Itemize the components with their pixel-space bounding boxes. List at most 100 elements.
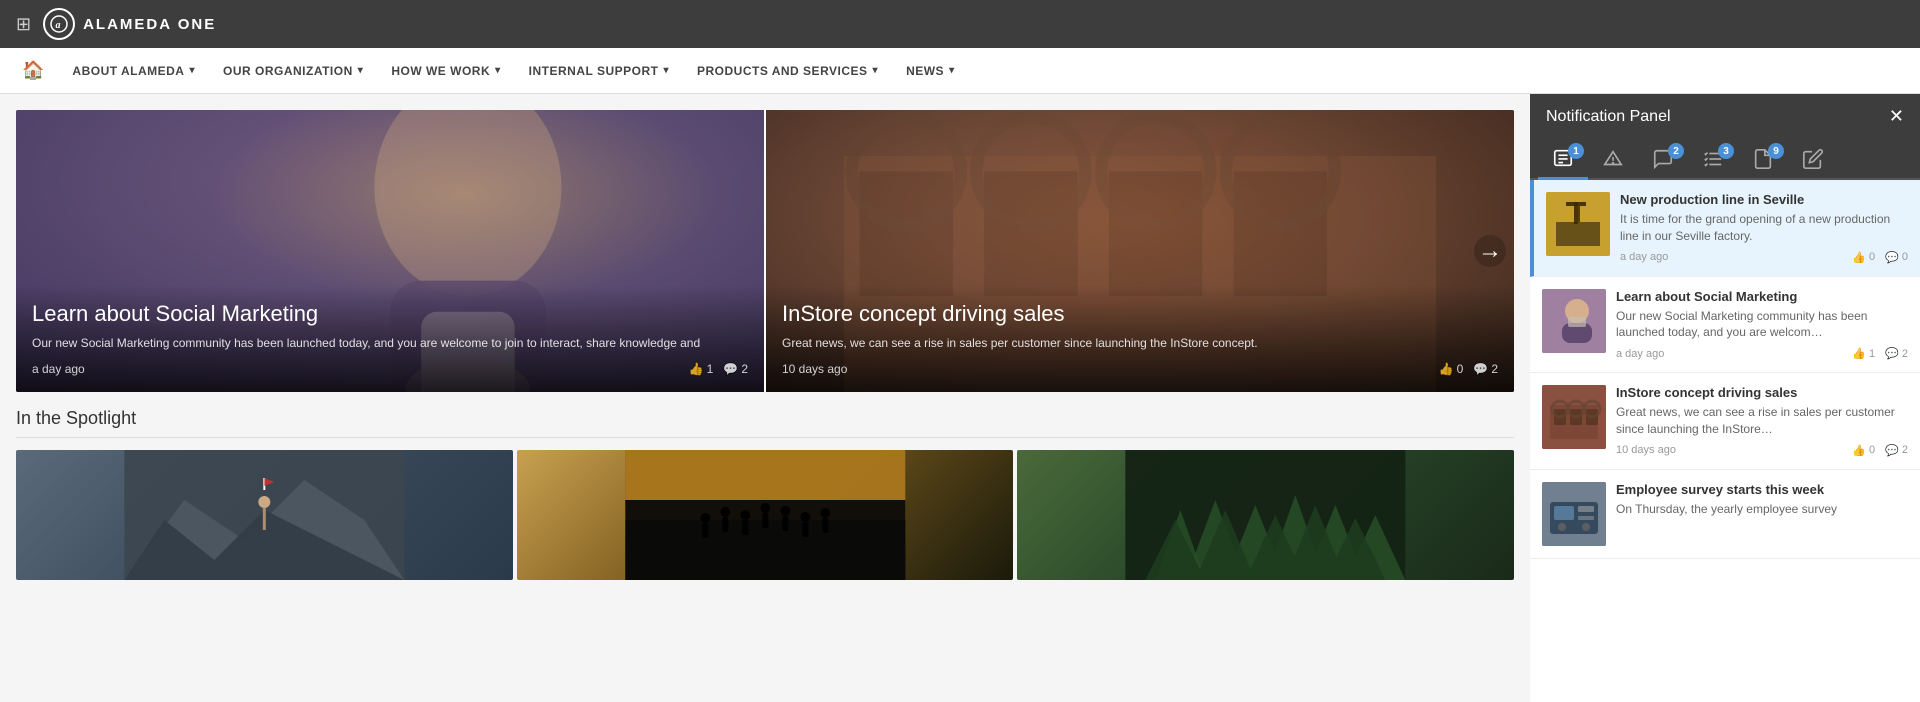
notif-content-3: InStore concept driving sales Great news… (1616, 385, 1908, 457)
hero-time-1: a day ago (32, 362, 689, 376)
tab-edit[interactable] (1788, 139, 1838, 178)
notif-time-3: 10 days ago (1616, 444, 1676, 456)
thumbs-up-icon: 👍 (1852, 444, 1866, 457)
nav-item-internal-support[interactable]: INTERNAL SUPPORT ▾ (515, 48, 683, 93)
notif-meta-3: 10 days ago 👍 0 💬 2 (1616, 444, 1908, 457)
hero-meta-1: a day ago 👍 1 💬 2 (32, 362, 748, 376)
notif-desc-3: Great news, we can see a rise in sales p… (1616, 404, 1908, 438)
thumbs-up-icon: 👍 (689, 362, 704, 376)
notif-likes-1: 👍 0 (1852, 251, 1875, 264)
notif-desc-4: On Thursday, the yearly employee survey (1616, 501, 1908, 518)
comment-icon: 💬 (1885, 347, 1899, 360)
comment-icon: 💬 (1473, 362, 1488, 376)
hero-overlay-1: Learn about Social Marketing Our new Soc… (16, 285, 764, 392)
comment-icon: 💬 (1885, 251, 1899, 264)
hero-time-2: 10 days ago (782, 362, 1439, 376)
nav-item-products[interactable]: PRODUCTS AND SERVICES ▾ (683, 48, 892, 93)
panel-tabs: 1 2 (1530, 139, 1920, 180)
notif-comments-3: 💬 2 (1885, 444, 1908, 457)
logo: a ALAMEDA ONE (43, 8, 216, 40)
hero-meta-2: 10 days ago 👍 0 💬 2 (782, 362, 1498, 376)
chevron-down-icon: ▾ (663, 65, 669, 76)
thumbs-up-icon: 👍 (1439, 362, 1454, 376)
svg-text:a: a (56, 20, 63, 31)
left-content: Learn about Social Marketing Our new Soc… (0, 94, 1530, 702)
spotlight-section: In the Spotlight (0, 392, 1530, 580)
hero-desc-1: Our new Social Marketing community has b… (32, 335, 748, 352)
logo-circle: a (43, 8, 75, 40)
hero-title-2: InStore concept driving sales (782, 301, 1498, 327)
thumbs-up-icon: 👍 (1852, 251, 1866, 264)
notif-thumb-bg-2 (1542, 289, 1606, 353)
comment-icon: 💬 (1885, 444, 1899, 457)
panel-header: Notification Panel ✕ (1530, 94, 1920, 139)
spotlight-grid (16, 450, 1514, 580)
tab-comments-badge: 2 (1668, 143, 1684, 159)
nav-item-how-we-work[interactable]: HOW WE WORK ▾ (377, 48, 514, 93)
nav-home-button[interactable]: 🏠 (8, 60, 58, 81)
hero-desc-2: Great news, we can see a rise in sales p… (782, 335, 1498, 352)
chevron-down-icon: ▾ (358, 65, 364, 76)
thumbs-up-icon: 👍 (1852, 347, 1866, 360)
notif-thumb-4 (1542, 482, 1606, 546)
hero-likes-2: 👍 0 (1439, 362, 1464, 376)
notification-item-2[interactable]: Learn about Social Marketing Our new Soc… (1530, 277, 1920, 374)
notif-thumb-3 (1542, 385, 1606, 449)
notif-thumb-1 (1546, 192, 1610, 256)
notif-content-1: New production line in Seville It is tim… (1620, 192, 1908, 264)
notification-item-1[interactable]: New production line in Seville It is tim… (1530, 180, 1920, 277)
hero-comments-2: 💬 2 (1473, 362, 1498, 376)
panel-title: Notification Panel (1546, 108, 1671, 126)
hero-comments-1: 💬 2 (723, 362, 748, 376)
notif-thumb-bg-4 (1542, 482, 1606, 546)
notif-content-2: Learn about Social Marketing Our new Soc… (1616, 289, 1908, 361)
chevron-down-icon: ▾ (189, 65, 195, 76)
spotlight-bg-2 (517, 450, 1014, 580)
hero-item-2[interactable]: → InStore concept driving sales Great ne… (764, 110, 1514, 392)
comment-icon: 💬 (723, 362, 738, 376)
spotlight-item-2[interactable] (517, 450, 1014, 580)
chevron-down-icon: ▾ (873, 65, 879, 76)
notification-item-3[interactable]: InStore concept driving sales Great news… (1530, 373, 1920, 470)
notif-thumb-2 (1542, 289, 1606, 353)
spotlight-item-1[interactable] (16, 450, 513, 580)
notif-likes-2: 👍 1 (1852, 347, 1875, 360)
tab-comments[interactable]: 2 (1638, 139, 1688, 178)
notif-desc-1: It is time for the grand opening of a ne… (1620, 211, 1908, 245)
tab-announcements[interactable] (1588, 139, 1638, 178)
tab-news[interactable]: 1 (1538, 139, 1588, 180)
chevron-down-icon: ▾ (949, 65, 955, 76)
hero-title-1: Learn about Social Marketing (32, 301, 748, 327)
close-icon[interactable]: ✕ (1889, 106, 1904, 127)
nav-item-about[interactable]: ABOUT ALAMEDA ▾ (58, 48, 209, 93)
top-bar: ⊞ a ALAMEDA ONE (0, 0, 1920, 48)
notif-time-1: a day ago (1620, 251, 1668, 263)
tab-tasks[interactable]: 3 (1688, 139, 1738, 178)
notif-title-1: New production line in Seville (1620, 192, 1908, 207)
hero-stats-2: 👍 0 💬 2 (1439, 362, 1498, 376)
notif-desc-2: Our new Social Marketing community has b… (1616, 308, 1908, 342)
tab-tasks-badge: 3 (1718, 143, 1734, 159)
tab-news-badge: 1 (1568, 143, 1584, 159)
grid-icon[interactable]: ⊞ (16, 14, 31, 35)
notif-title-3: InStore concept driving sales (1616, 385, 1908, 400)
hero-next-arrow[interactable]: → (1474, 235, 1506, 267)
logo-text: ALAMEDA ONE (83, 16, 216, 33)
hero-carousel: Learn about Social Marketing Our new Soc… (16, 110, 1514, 392)
notification-list: New production line in Seville It is tim… (1530, 180, 1920, 702)
spotlight-bg-1 (16, 450, 513, 580)
hero-item-1[interactable]: Learn about Social Marketing Our new Soc… (16, 110, 764, 392)
nav-item-news[interactable]: NEWS ▾ (892, 48, 969, 93)
notification-item-4[interactable]: Employee survey starts this week On Thur… (1530, 470, 1920, 559)
nav-item-organization[interactable]: OUR ORGANIZATION ▾ (209, 48, 377, 93)
spotlight-item-3[interactable] (1017, 450, 1514, 580)
main-content: Learn about Social Marketing Our new Soc… (0, 94, 1920, 702)
hero-likes-1: 👍 1 (689, 362, 714, 376)
notif-comments-1: 💬 0 (1885, 251, 1908, 264)
notif-comments-2: 💬 2 (1885, 347, 1908, 360)
chevron-down-icon: ▾ (495, 65, 501, 76)
notif-time-2: a day ago (1616, 348, 1664, 360)
tab-documents[interactable]: 9 (1738, 139, 1788, 178)
notif-meta-1: a day ago 👍 0 💬 0 (1620, 251, 1908, 264)
hero-stats-1: 👍 1 💬 2 (689, 362, 748, 376)
